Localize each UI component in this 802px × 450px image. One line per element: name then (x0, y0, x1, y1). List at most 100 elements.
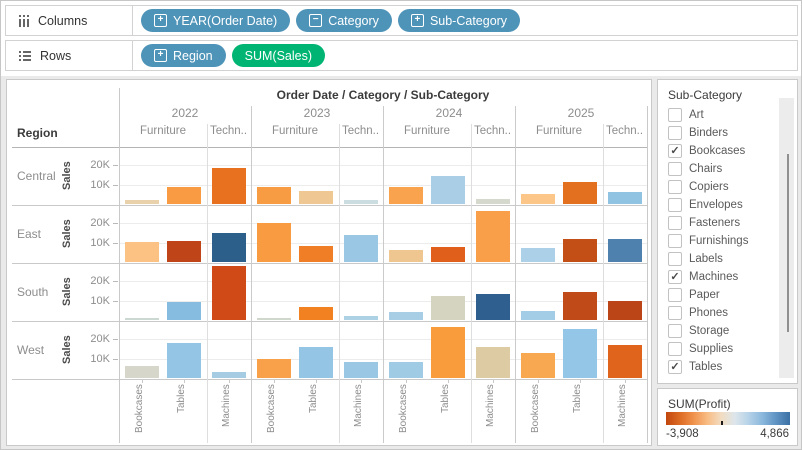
region-label-south[interactable]: South (17, 263, 48, 321)
filter-item-binders[interactable]: Binders (658, 124, 778, 142)
filter-item-fasteners[interactable]: Fasteners (658, 214, 778, 232)
checkbox-copiers[interactable] (668, 180, 682, 194)
x-axis-label-2025-tables[interactable]: Tables (572, 384, 588, 440)
category-header-technology-2023[interactable]: Techn.. (342, 125, 382, 137)
bar-central-2024-machines[interactable] (476, 199, 510, 204)
bar-east-2024-bookcases[interactable] (389, 250, 423, 262)
bar-south-2023-machines[interactable] (344, 316, 378, 320)
filter-item-envelopes[interactable]: Envelopes (658, 196, 778, 214)
checkbox-chairs[interactable] (668, 162, 682, 176)
bar-central-2024-bookcases[interactable] (389, 187, 423, 204)
bar-east-2023-bookcases[interactable] (257, 223, 291, 262)
bar-west-2022-tables[interactable] (167, 343, 201, 378)
bar-south-2024-machines[interactable] (476, 294, 510, 320)
category-header-furniture-2023[interactable]: Furniture (251, 125, 339, 137)
bar-south-2022-machines[interactable] (212, 266, 246, 320)
bar-east-2023-tables[interactable] (299, 246, 333, 262)
pill-sub-category[interactable]: +Sub-Category (398, 9, 520, 32)
filter-scrollbar[interactable] (779, 98, 794, 378)
checkbox-fasteners[interactable] (668, 216, 682, 230)
bar-east-2024-tables[interactable] (431, 247, 465, 262)
category-header-furniture-2025[interactable]: Furniture (515, 125, 603, 137)
x-axis-label-2025-machines[interactable]: Machines (617, 384, 633, 440)
category-header-technology-2024[interactable]: Techn.. (474, 125, 514, 137)
year-header-2024[interactable]: 2024 (383, 106, 515, 120)
category-header-furniture-2024[interactable]: Furniture (383, 125, 471, 137)
bar-central-2022-tables[interactable] (167, 187, 201, 204)
checkbox-envelopes[interactable] (668, 198, 682, 212)
filter-item-phones[interactable]: Phones (658, 304, 778, 322)
filter-item-labels[interactable]: Labels (658, 250, 778, 268)
x-axis-label-2023-machines[interactable]: Machines (353, 384, 369, 440)
bar-west-2025-machines[interactable] (608, 345, 642, 378)
collapse-icon[interactable]: − (309, 14, 322, 27)
x-axis-label-2022-bookcases[interactable]: Bookcases (134, 384, 150, 440)
checkbox-labels[interactable] (668, 252, 682, 266)
bar-east-2025-machines[interactable] (608, 239, 642, 262)
category-header-furniture-2022[interactable]: Furniture (119, 125, 207, 137)
bar-south-2025-tables[interactable] (563, 292, 597, 320)
checkbox-binders[interactable] (668, 126, 682, 140)
x-axis-label-2024-bookcases[interactable]: Bookcases (398, 384, 414, 440)
year-header-2022[interactable]: 2022 (119, 106, 251, 120)
bar-east-2023-machines[interactable] (344, 235, 378, 262)
bar-east-2022-tables[interactable] (167, 241, 201, 262)
bar-south-2024-bookcases[interactable] (389, 312, 423, 320)
bar-west-2022-machines[interactable] (212, 372, 246, 378)
checkbox-supplies[interactable] (668, 342, 682, 356)
region-label-east[interactable]: East (17, 205, 41, 263)
pill-category[interactable]: −Category (296, 9, 392, 32)
checkbox-paper[interactable] (668, 288, 682, 302)
expand-icon[interactable]: + (411, 14, 424, 27)
bar-south-2025-machines[interactable] (608, 301, 642, 320)
x-axis-label-2024-machines[interactable]: Machines (485, 384, 501, 440)
x-axis-label-2023-tables[interactable]: Tables (308, 384, 324, 440)
checkbox-machines[interactable]: ✓ (668, 270, 682, 284)
bar-east-2022-machines[interactable] (212, 233, 246, 262)
checkbox-bookcases[interactable]: ✓ (668, 144, 682, 158)
bar-central-2023-bookcases[interactable] (257, 187, 291, 204)
year-header-2025[interactable]: 2025 (515, 106, 647, 120)
filter-item-paper[interactable]: Paper (658, 286, 778, 304)
checkbox-storage[interactable] (668, 324, 682, 338)
checkbox-art[interactable] (668, 108, 682, 122)
filter-item-chairs[interactable]: Chairs (658, 160, 778, 178)
bar-east-2025-bookcases[interactable] (521, 248, 555, 262)
bar-west-2024-bookcases[interactable] (389, 362, 423, 378)
expand-icon[interactable]: + (154, 49, 167, 62)
bar-east-2024-machines[interactable] (476, 211, 510, 262)
filter-item-tables[interactable]: ✓Tables (658, 358, 778, 376)
bar-central-2022-machines[interactable] (212, 168, 246, 204)
x-axis-label-2022-machines[interactable]: Machines (221, 384, 237, 440)
filter-item-supplies[interactable]: Supplies (658, 340, 778, 358)
filter-item-furnishings[interactable]: Furnishings (658, 232, 778, 250)
checkbox-tables[interactable]: ✓ (668, 360, 682, 374)
x-axis-label-2025-bookcases[interactable]: Bookcases (530, 384, 546, 440)
bar-west-2023-bookcases[interactable] (257, 359, 291, 378)
bar-south-2023-bookcases[interactable] (257, 318, 291, 320)
bar-central-2024-tables[interactable] (431, 176, 465, 204)
bar-south-2022-tables[interactable] (167, 302, 201, 320)
filter-item-art[interactable]: Art (658, 106, 778, 124)
bar-west-2024-tables[interactable] (431, 327, 465, 378)
x-axis-label-2023-bookcases[interactable]: Bookcases (266, 384, 282, 440)
year-header-2023[interactable]: 2023 (251, 106, 383, 120)
bar-central-2023-machines[interactable] (344, 200, 378, 204)
scrollbar-thumb[interactable] (787, 154, 789, 332)
bar-south-2023-tables[interactable] (299, 307, 333, 320)
expand-icon[interactable]: + (154, 14, 167, 27)
bar-west-2025-tables[interactable] (563, 329, 597, 378)
filter-item-storage[interactable]: Storage (658, 322, 778, 340)
bar-central-2025-tables[interactable] (563, 182, 597, 204)
filter-item-bookcases[interactable]: ✓Bookcases (658, 142, 778, 160)
filter-item-copiers[interactable]: Copiers (658, 178, 778, 196)
bar-south-2022-bookcases[interactable] (125, 318, 159, 320)
x-axis-label-2024-tables[interactable]: Tables (440, 384, 456, 440)
pill-region[interactable]: +Region (141, 44, 226, 67)
pill-year-order-date[interactable]: +YEAR(Order Date) (141, 9, 290, 32)
bar-west-2024-machines[interactable] (476, 347, 510, 378)
filter-item-machines[interactable]: ✓Machines (658, 268, 778, 286)
category-header-technology-2022[interactable]: Techn.. (210, 125, 250, 137)
x-axis-label-2022-tables[interactable]: Tables (176, 384, 192, 440)
bar-south-2025-bookcases[interactable] (521, 311, 555, 320)
